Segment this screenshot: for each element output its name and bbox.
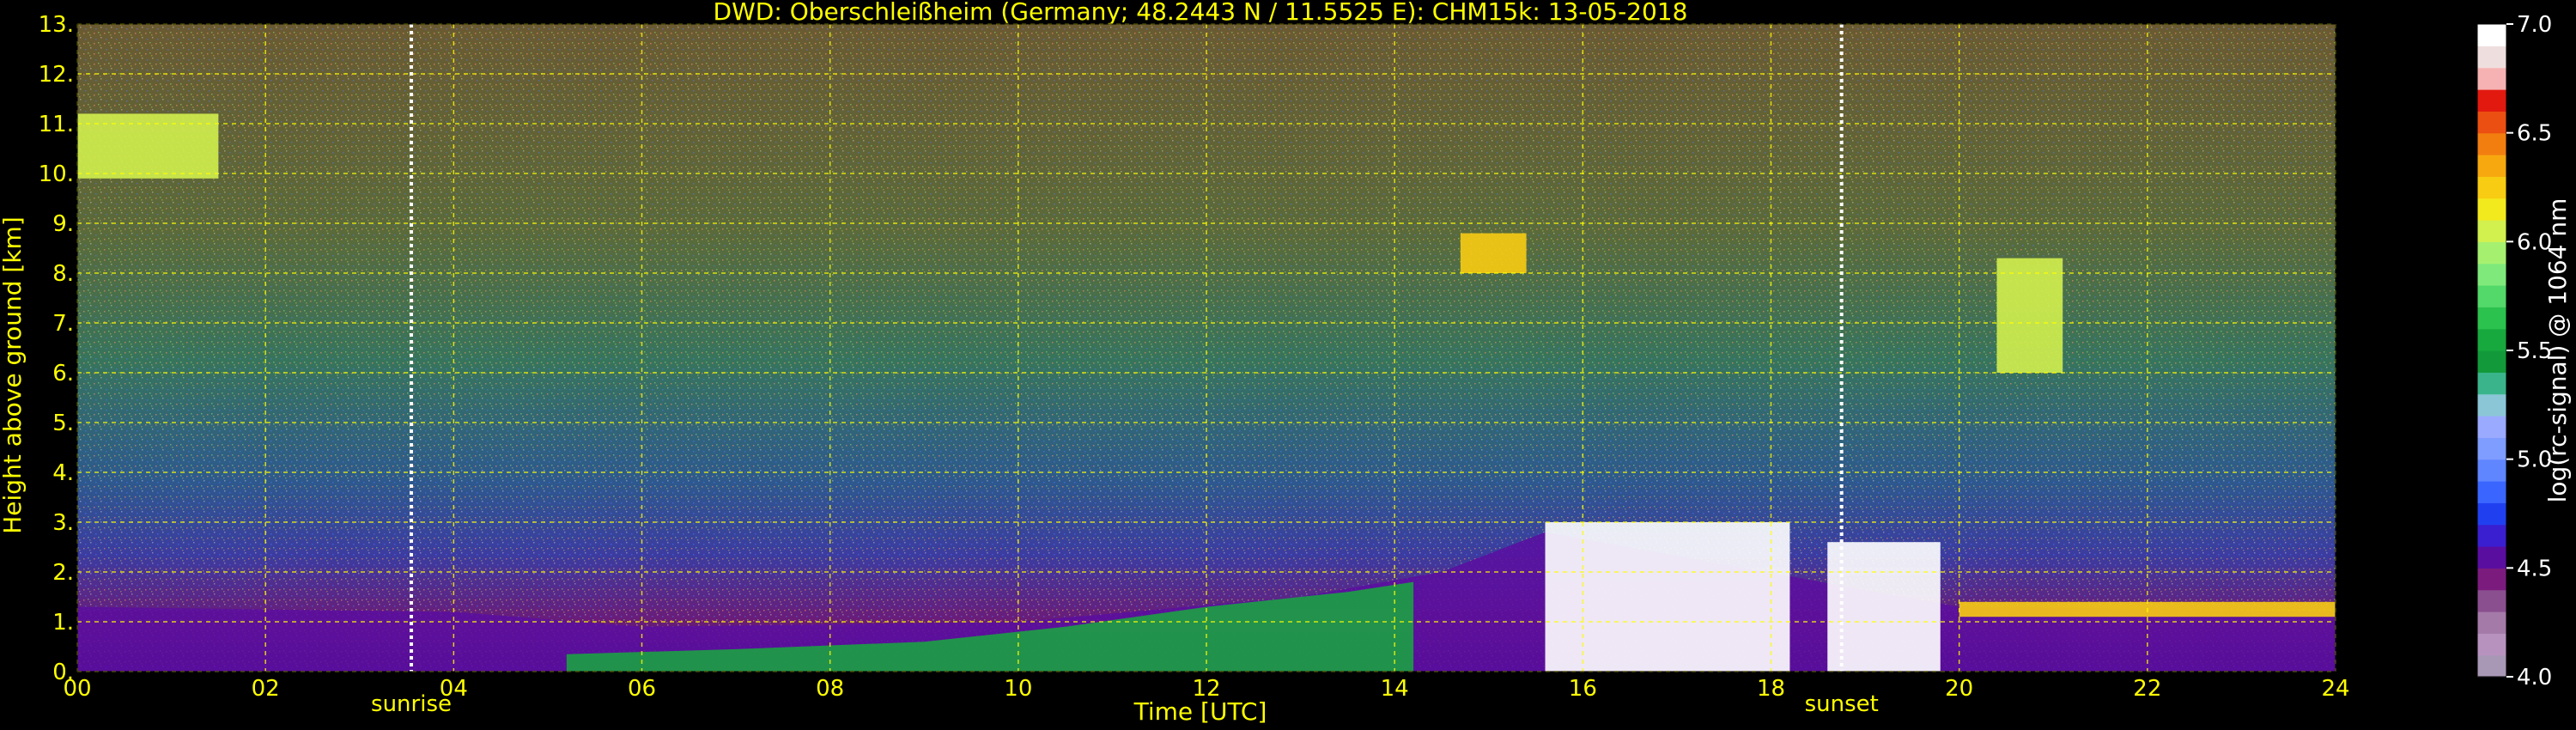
x-tick-label: 08	[816, 676, 844, 702]
plot-area	[76, 23, 2336, 672]
y-tick-label: 8.	[52, 261, 74, 287]
y-tick-label: 5.	[52, 411, 74, 436]
colorbar-segment	[2477, 502, 2506, 526]
colorbar-segment	[2477, 459, 2506, 482]
colorbar-segment	[2477, 67, 2506, 90]
y-tick-label: 4.	[52, 460, 74, 486]
y-tick-label: 0.	[52, 660, 74, 685]
colorbar-segment	[2477, 307, 2506, 330]
ceilometer-chart: DWD: Oberschleißheim (Germany; 48.2443 N…	[0, 0, 2572, 726]
colorbar-segment	[2477, 568, 2506, 591]
colorbar-segment	[2477, 46, 2506, 69]
colorbar-segment	[2477, 24, 2506, 46]
colorbar-segment	[2477, 611, 2506, 634]
colorbar-segment	[2477, 111, 2506, 134]
chart-title: DWD: Oberschleißheim (Germany; 48.2443 N…	[714, 0, 1688, 26]
colorbar-segment	[2477, 437, 2506, 460]
x-axis-label: Time [UTC]	[1133, 697, 1267, 726]
y-tick-label: 10.	[39, 161, 74, 187]
colorbar-segment	[2477, 524, 2506, 547]
y-tick-label: 9.	[52, 211, 74, 237]
colorbar-segment	[2477, 220, 2506, 242]
colorbar-segment	[2477, 416, 2506, 438]
colorbar-tick-label: 7.0	[2517, 12, 2552, 38]
colorbar-segment	[2477, 393, 2506, 417]
x-tick-label: 20	[1945, 676, 1973, 702]
colorbar-segment	[2477, 89, 2506, 112]
sunrise-label: sunrise	[371, 691, 452, 717]
colorbar-segment	[2477, 633, 2506, 656]
y-tick-label: 11.	[39, 112, 74, 137]
layer-low-cloud	[1827, 542, 1941, 672]
sunset-label: sunset	[1805, 691, 1879, 717]
colorbar-segment	[2477, 132, 2506, 155]
colorbar-segment	[2477, 176, 2506, 199]
colorbar-tick-label: 6.5	[2517, 121, 2552, 147]
y-tick-label: 6.	[52, 361, 74, 386]
colorbar-segment	[2477, 285, 2506, 307]
y-tick-label: 1.	[52, 610, 74, 636]
colorbar-segment	[2477, 263, 2506, 286]
colorbar-segment	[2477, 481, 2506, 503]
y-tick-label: 2.	[52, 560, 74, 586]
colorbar-tick-label: 4.0	[2517, 665, 2552, 690]
colorbar-segment	[2477, 546, 2506, 569]
colorbar	[2476, 23, 2507, 678]
layer-mid-cloud	[1996, 258, 2063, 373]
colorbar-segment	[2477, 155, 2506, 177]
y-axis-label: Height above ground [km]	[0, 216, 27, 534]
y-tick-label: 13.	[39, 12, 74, 38]
x-tick-label: 18	[1757, 676, 1785, 702]
x-tick-label: 14	[1381, 676, 1409, 702]
x-tick-label: 10	[1004, 676, 1032, 702]
x-tick-label: 02	[252, 676, 280, 702]
colorbar-label: log(rc-signal) @ 1064 nm	[2543, 198, 2572, 503]
y-tick-labels: 0. 1. 2. 3. 4. 5. 6. 7. 8. 9. 10. 11. 12. 13.	[39, 12, 74, 685]
x-tick-label: 22	[2133, 676, 2161, 702]
colorbar-segment	[2477, 328, 2506, 351]
y-tick-label: 7.	[52, 311, 74, 337]
colorbar-segment	[2477, 198, 2506, 221]
colorbar-segment	[2477, 350, 2506, 373]
colorbar-segment	[2477, 241, 2506, 265]
y-tick-label: 3.	[52, 510, 74, 536]
colorbar-segment	[2477, 372, 2506, 395]
x-tick-label: 24	[2321, 676, 2349, 702]
x-tick-label: 06	[628, 676, 656, 702]
colorbar-tick-label: 4.5	[2517, 556, 2552, 581]
layer-mid-cloud	[1460, 233, 1527, 273]
y-tick-label: 12.	[39, 62, 74, 88]
marker-labels: sunrise sunset	[371, 691, 1879, 717]
layer-low-cloud	[1545, 522, 1790, 672]
colorbar-segment	[2477, 654, 2506, 678]
colorbar-segment	[2477, 589, 2506, 612]
x-tick-label: 16	[1569, 676, 1597, 702]
